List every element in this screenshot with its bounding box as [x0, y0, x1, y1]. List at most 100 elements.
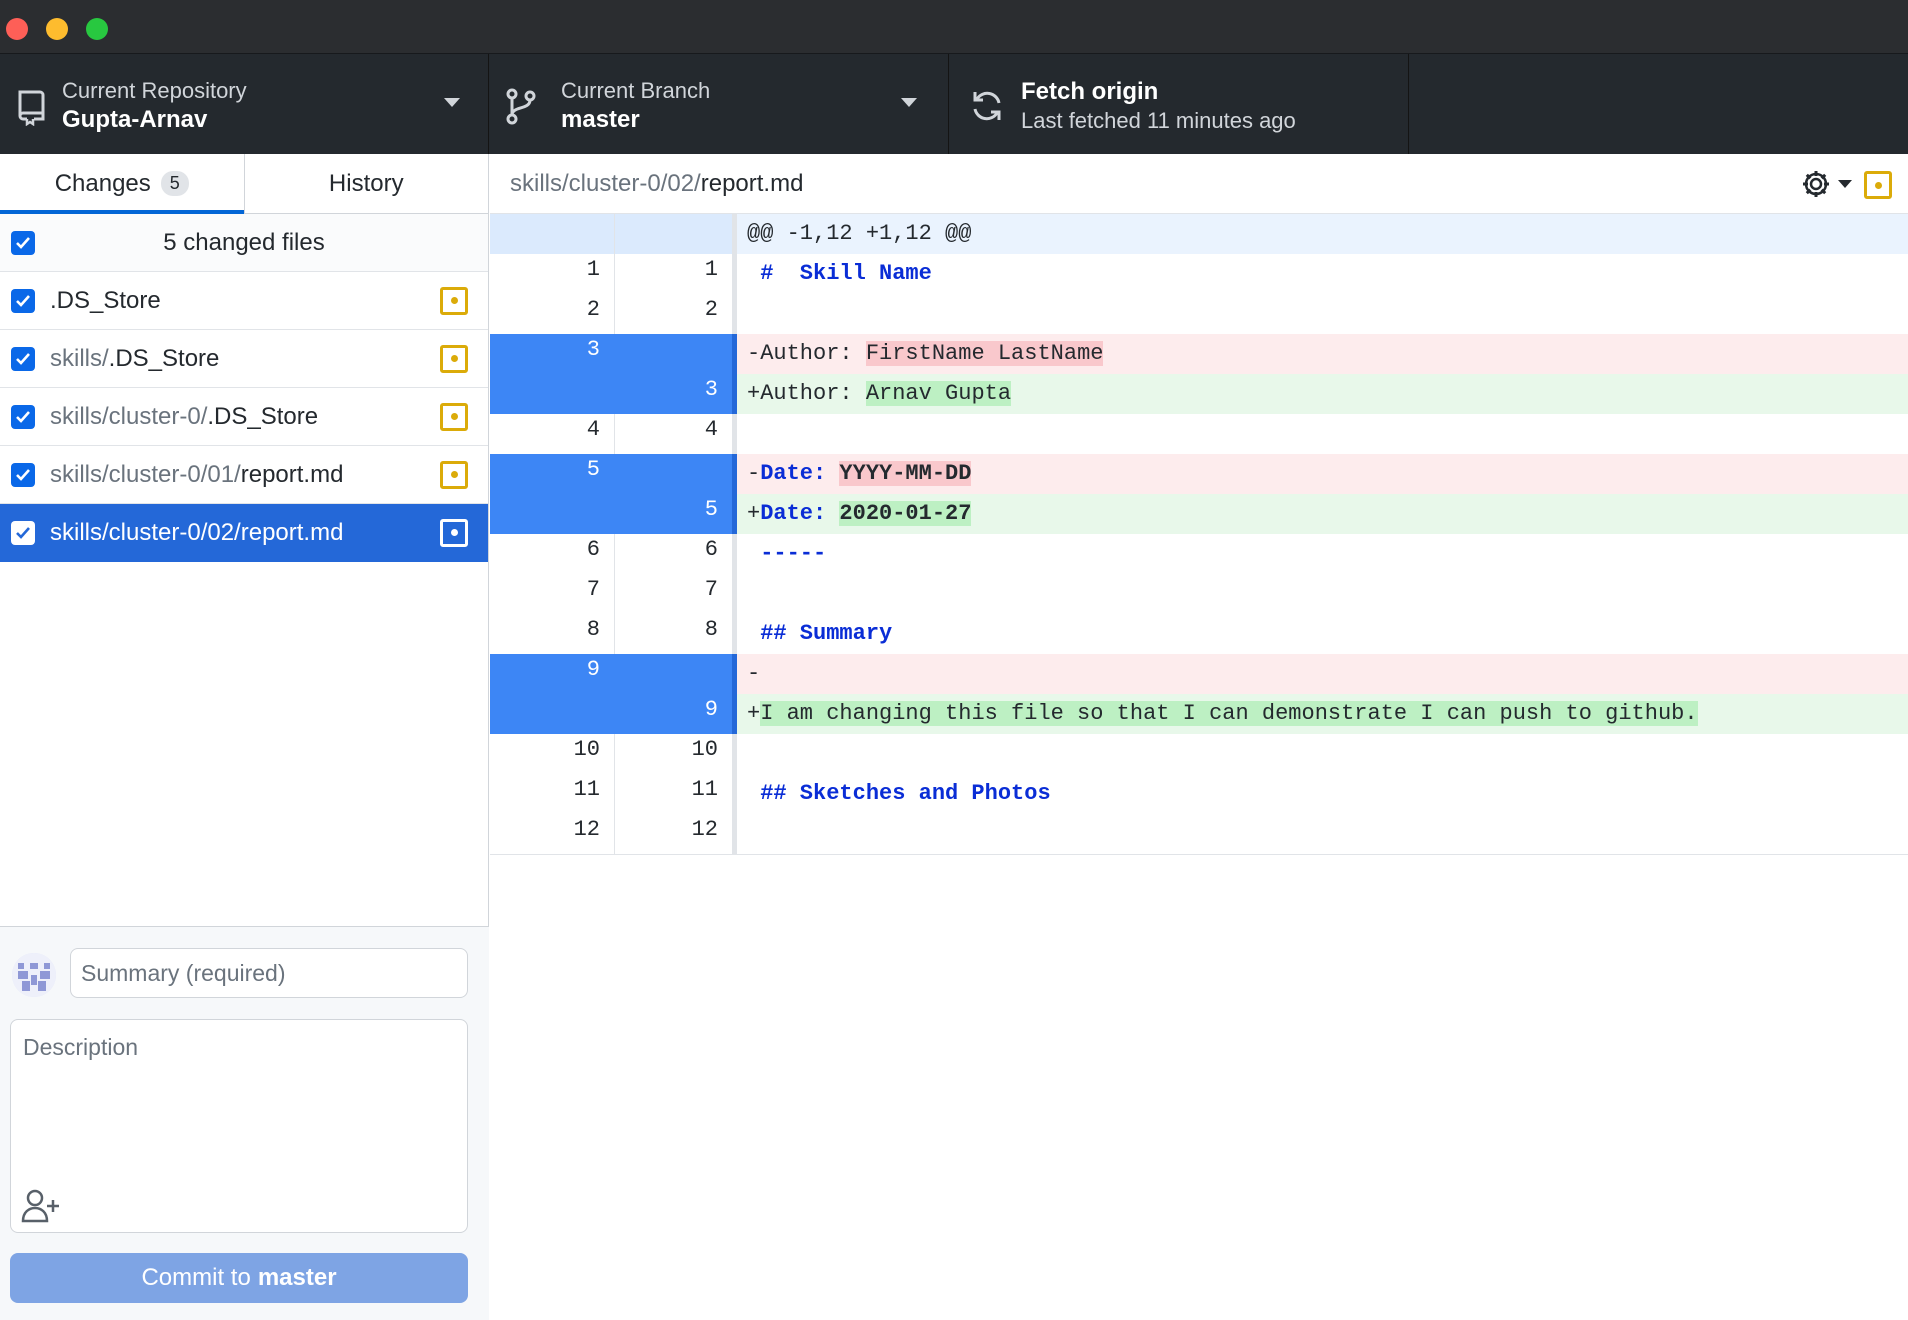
avatar: [12, 953, 56, 997]
modified-file-icon: [440, 402, 468, 431]
modified-file-icon: [440, 344, 468, 373]
commit-button[interactable]: Commit to master: [10, 1253, 468, 1303]
diff-view: @@ -1,12 +1,12 @@ 11 # Skill Name 22 3 -…: [490, 214, 1908, 855]
hunk-header-text: @@ -1,12 +1,12 @@: [747, 221, 972, 246]
modified-file-icon: [440, 518, 468, 547]
tab-history[interactable]: History: [243, 154, 489, 213]
changed-files-count: 5 changed files: [163, 228, 325, 256]
repository-icon: [18, 90, 45, 126]
checkmark-icon: [16, 468, 30, 481]
diff-line-text: ## Summary: [747, 621, 893, 646]
diff-line-deleted[interactable]: 3 -Author: FirstName LastName: [490, 334, 1908, 374]
diff-line-added[interactable]: 9 +I am changing this file so that I can…: [490, 694, 1908, 734]
minimize-window-button[interactable]: [46, 18, 68, 40]
file-row[interactable]: .DS_Store: [0, 272, 488, 330]
modified-file-icon: [440, 460, 468, 489]
file-path: .DS_Store: [50, 286, 161, 314]
modified-file-icon: [1864, 171, 1892, 199]
diff-line-text: [737, 734, 1908, 774]
diff-line-text: +I am changing this file so that I can d…: [747, 701, 1698, 726]
diff-line-text: -Date: YYYY-MM-DD: [747, 461, 972, 486]
diff-line[interactable]: 11 11 ## Sketches and Photos: [490, 774, 1908, 814]
diff-end-divider: [490, 854, 1908, 855]
commit-description-box: [10, 1019, 468, 1233]
sync-icon: [973, 91, 1001, 121]
file-checkbox[interactable]: [11, 520, 35, 545]
current-branch-name: master: [561, 106, 640, 133]
current-branch-label: Current Branch: [561, 78, 711, 103]
checkmark-icon: [16, 294, 30, 307]
main-toolbar: Current Repository Gupta-Arnav Current B…: [0, 54, 1908, 154]
diff-line-text: [737, 574, 1908, 614]
diff-file-header: skills/cluster-0/02/report.md: [490, 154, 1908, 214]
changed-files-header: 5 changed files: [0, 214, 488, 272]
commit-description-input[interactable]: [11, 1020, 467, 1180]
diff-line[interactable]: 77: [490, 574, 1908, 614]
checkmark-icon: [16, 410, 30, 423]
diff-line[interactable]: 88 ## Summary: [490, 614, 1908, 654]
changes-sidebar: Changes 5 History 5 changed files .DS_St…: [0, 154, 489, 1320]
diff-line[interactable]: 22: [490, 294, 1908, 334]
sidebar-tabs: Changes 5 History: [0, 154, 488, 214]
diff-line[interactable]: 44: [490, 414, 1908, 454]
file-path: skills/cluster-0/02/report.md: [50, 518, 344, 546]
file-row[interactable]: skills/cluster-0/.DS_Store: [0, 388, 488, 446]
file-checkbox[interactable]: [11, 462, 35, 487]
diff-settings-button[interactable]: [1800, 168, 1856, 200]
diff-line[interactable]: 66 -----: [490, 534, 1908, 574]
diff-line[interactable]: 11 # Skill Name: [490, 254, 1908, 294]
file-row[interactable]: skills/cluster-0/01/report.md: [0, 446, 488, 504]
checkmark-icon: [16, 526, 30, 539]
chevron-down-icon: [1838, 180, 1852, 188]
diff-line-deleted[interactable]: 9 -: [490, 654, 1908, 694]
tab-history-label: History: [328, 169, 404, 197]
tab-changes-label: Changes: [54, 169, 151, 197]
diff-line-text: +Date: 2020-01-27: [747, 501, 972, 526]
hunk-header: @@ -1,12 +1,12 @@: [490, 214, 1908, 254]
diff-line-added[interactable]: 5 +Date: 2020-01-27: [490, 494, 1908, 534]
branch-icon: [506, 88, 536, 125]
diff-line-deleted[interactable]: 5 -Date: YYYY-MM-DD: [490, 454, 1908, 494]
changes-count-badge: 5: [160, 171, 189, 196]
diff-line-added[interactable]: 3 +Author: Arnav Gupta: [490, 374, 1908, 414]
checkmark-icon: [16, 236, 30, 249]
file-row[interactable]: skills/.DS_Store: [0, 330, 488, 388]
file-checkbox[interactable]: [11, 404, 35, 429]
diff-line[interactable]: 10 10: [490, 734, 1908, 774]
commit-summary-input[interactable]: [70, 948, 468, 998]
diff-line-text: [737, 294, 1908, 334]
diff-line-text: [737, 414, 1908, 454]
file-checkbox[interactable]: [11, 288, 35, 313]
file-path: skills/cluster-0/.DS_Store: [50, 402, 319, 430]
file-path: skills/.DS_Store: [50, 344, 220, 372]
diff-file-path: skills/cluster-0/02/report.md: [510, 169, 804, 197]
close-window-button[interactable]: [6, 18, 28, 40]
diff-line-text: # Skill Name: [747, 261, 932, 286]
fetch-origin-title: Fetch origin: [1021, 78, 1159, 105]
diff-line-text: -: [747, 661, 761, 686]
checkmark-icon: [16, 352, 30, 365]
current-repository-name: Gupta-Arnav: [62, 106, 208, 133]
fetch-origin-button[interactable]: Fetch origin Last fetched 11 minutes ago: [949, 54, 1409, 154]
zoom-window-button[interactable]: [86, 18, 108, 40]
last-fetched-status: Last fetched 11 minutes ago: [1021, 108, 1296, 133]
file-row-selected[interactable]: skills/cluster-0/02/report.md: [0, 504, 488, 562]
current-repository-label: Current Repository: [62, 78, 247, 103]
add-coauthor-icon[interactable]: [21, 1188, 61, 1224]
chevron-down-icon: [444, 98, 460, 107]
gear-icon: [1803, 171, 1829, 197]
diff-line-text: [737, 814, 1908, 854]
file-path: skills/cluster-0/01/report.md: [50, 460, 344, 488]
chevron-down-icon: [901, 98, 917, 107]
file-checkbox[interactable]: [11, 346, 35, 371]
diff-line[interactable]: 12 12: [490, 814, 1908, 854]
diff-line-text: -----: [747, 541, 827, 566]
window-titlebar: [0, 0, 1908, 54]
current-repository-dropdown[interactable]: Current Repository Gupta-Arnav: [0, 54, 489, 154]
diff-line-text: +Author: Arnav Gupta: [747, 381, 1012, 406]
current-branch-dropdown[interactable]: Current Branch master: [489, 54, 949, 154]
select-all-checkbox[interactable]: [11, 230, 35, 255]
commit-form: Commit tomaster: [0, 926, 489, 1320]
diff-line-text: -Author: FirstName LastName: [747, 341, 1104, 366]
tab-changes[interactable]: Changes 5: [0, 154, 244, 214]
